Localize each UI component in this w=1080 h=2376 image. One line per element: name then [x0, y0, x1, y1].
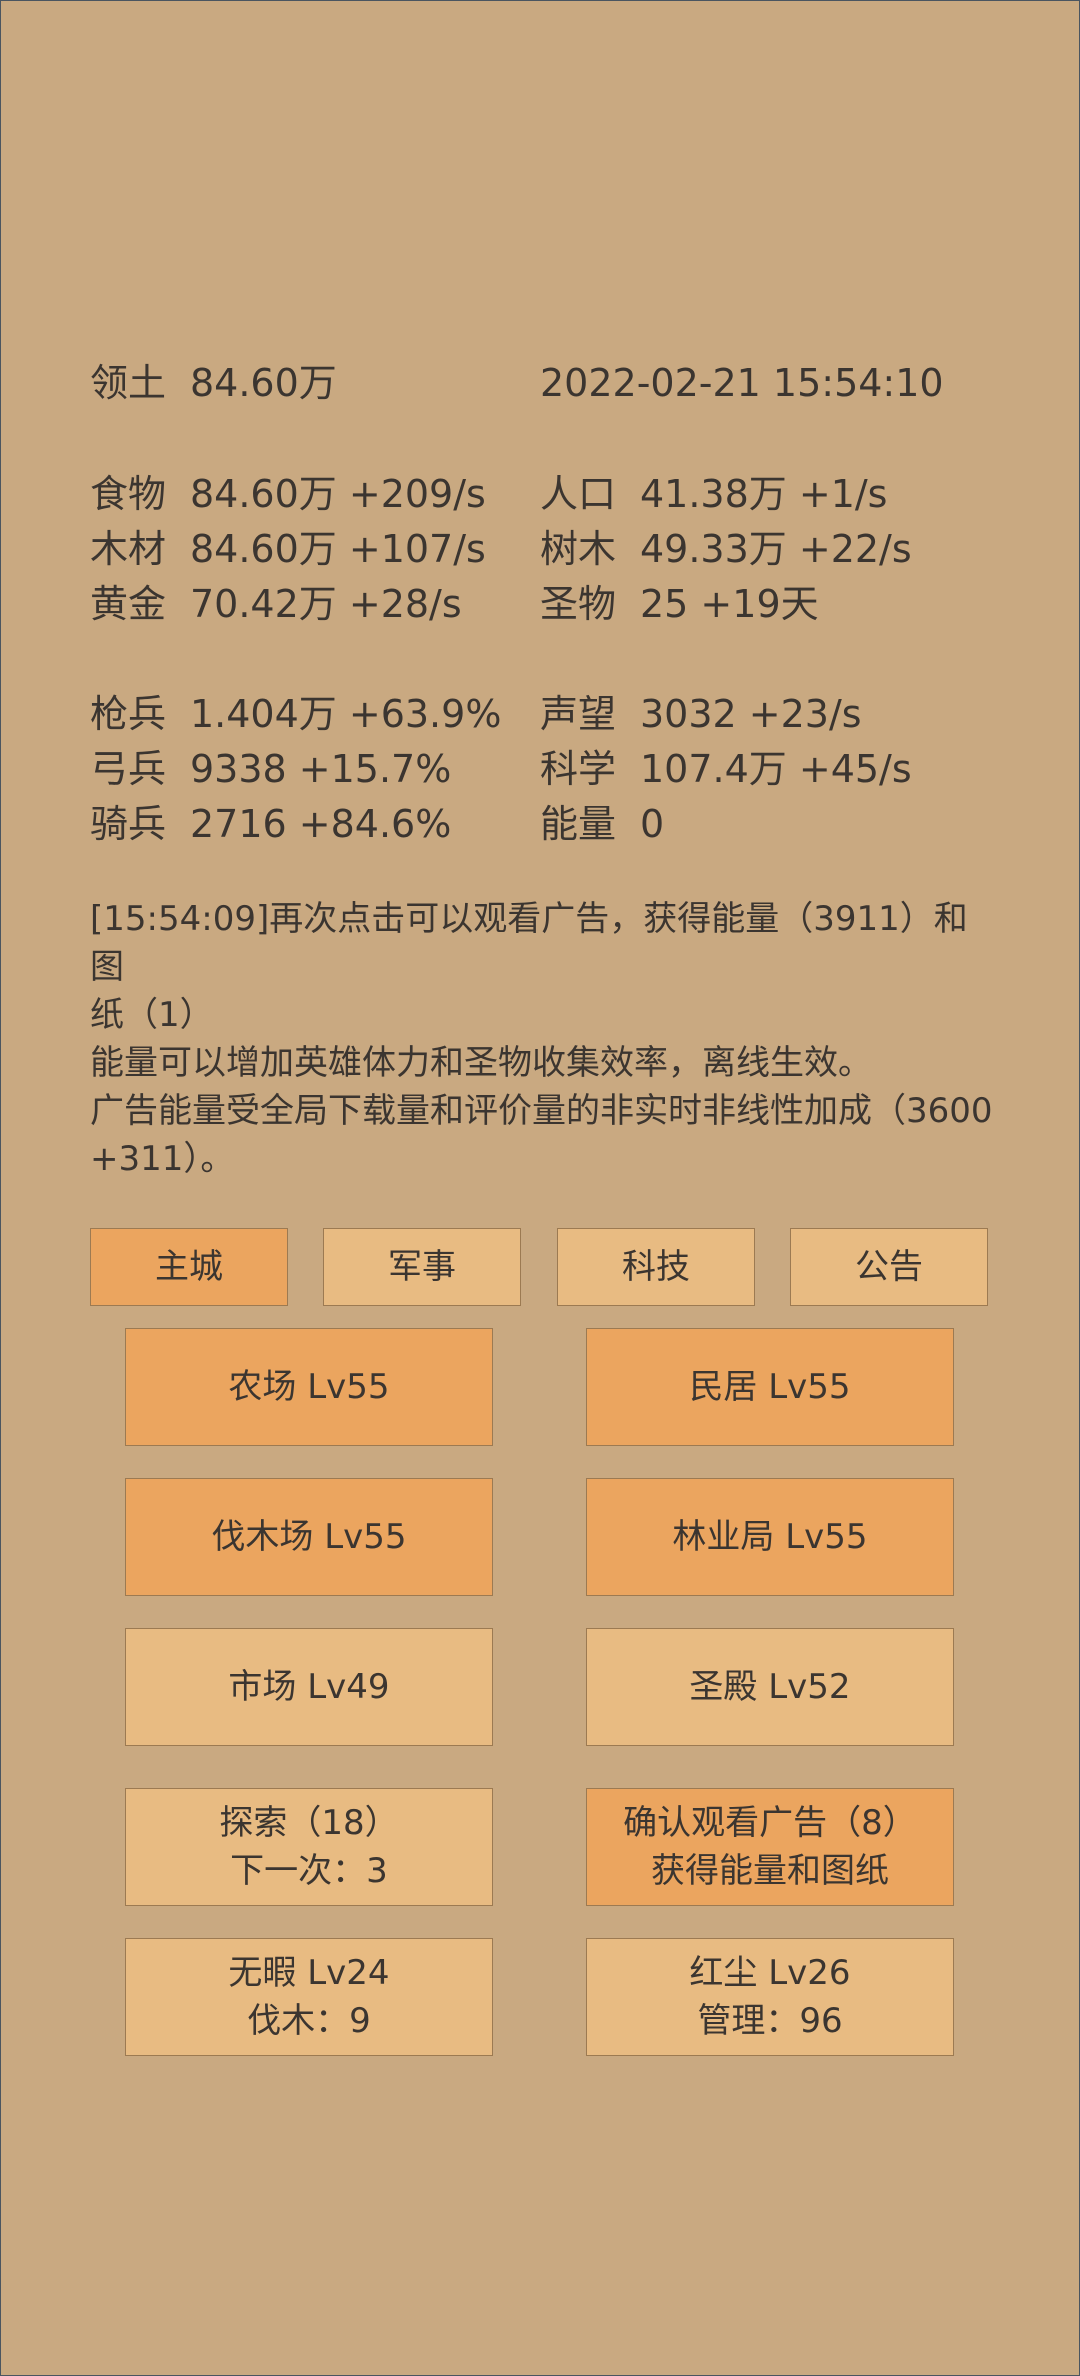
log-line: 能量可以增加英雄体力和圣物收集效率，离线生效。 [90, 1043, 872, 1083]
tab-label: 军事 [388, 1247, 456, 1287]
stat-value: 3032 +23/s [640, 692, 862, 736]
stat-value: 70.42万 +28/s [190, 582, 462, 626]
button-label: 确认观看广告（8） [623, 1803, 917, 1843]
stat-label: 能量 [540, 802, 617, 846]
stat-value: 25 +19天 [640, 582, 819, 626]
house-button[interactable]: 民居 Lv55 [586, 1328, 954, 1446]
stat-label: 声望 [540, 692, 617, 736]
gold-stat: 黄金 70.42万 +28/s [90, 585, 462, 623]
button-label: 林业局 Lv55 [672, 1517, 868, 1557]
tab-technology[interactable]: 科技 [557, 1228, 755, 1306]
stat-label: 枪兵 [90, 692, 167, 736]
button-label: 农场 Lv55 [228, 1367, 390, 1407]
button-sublabel: 伐木：9 [247, 2001, 371, 2041]
stat-value: 49.33万 +22/s [640, 527, 912, 571]
stat-label: 黄金 [90, 582, 167, 626]
button-label: 探索（18） [219, 1803, 399, 1843]
button-label: 无暇 Lv24 [228, 1953, 390, 1993]
tab-main-city[interactable]: 主城 [90, 1228, 288, 1306]
button-label: 红尘 Lv26 [689, 1953, 851, 1993]
message-log: [15:54:09]再次点击可以观看广告，获得能量（3911）和图 纸（1） 能… [90, 895, 1000, 1183]
datetime: 2022-02-21 15:54:10 [540, 361, 944, 405]
hero-hongchen-button[interactable]: 红尘 Lv26 管理：96 [586, 1938, 954, 2056]
button-sublabel: 管理：96 [697, 2001, 843, 2041]
tab-military[interactable]: 军事 [323, 1228, 521, 1306]
wood-stat: 木材 84.60万 +107/s [90, 530, 486, 568]
stat-value: 84.60万 +107/s [190, 527, 486, 571]
relic-stat: 圣物 25 +19天 [540, 585, 819, 623]
spearman-stat: 枪兵 1.404万 +63.9% [90, 695, 501, 733]
population-stat: 人口 41.38万 +1/s [540, 475, 887, 513]
log-line: +311）。 [90, 1139, 235, 1179]
tab-label: 科技 [622, 1247, 690, 1287]
forestry-bureau-button[interactable]: 林业局 Lv55 [586, 1478, 954, 1596]
explore-button[interactable]: 探索（18） 下一次：3 [125, 1788, 493, 1906]
stat-label: 人口 [540, 472, 617, 516]
button-label: 圣殿 Lv52 [689, 1667, 851, 1707]
prestige-stat: 声望 3032 +23/s [540, 695, 862, 733]
farm-button[interactable]: 农场 Lv55 [125, 1328, 493, 1446]
button-label: 民居 Lv55 [689, 1367, 851, 1407]
territory-label: 领土 [90, 361, 167, 405]
trees-stat: 树木 49.33万 +22/s [540, 530, 912, 568]
button-sublabel: 获得能量和图纸 [651, 1851, 889, 1891]
energy-stat: 能量 0 [540, 805, 664, 843]
button-label: 市场 Lv49 [228, 1667, 390, 1707]
tab-label: 公告 [855, 1247, 923, 1287]
watch-ad-button[interactable]: 确认观看广告（8） 获得能量和图纸 [586, 1788, 954, 1906]
territory-stat: 领土 84.60万 [90, 364, 337, 402]
stat-label: 骑兵 [90, 802, 167, 846]
lumber-mill-button[interactable]: 伐木场 Lv55 [125, 1478, 493, 1596]
stat-value: 107.4万 +45/s [640, 747, 912, 791]
archer-stat: 弓兵 9338 +15.7% [90, 750, 451, 788]
stat-value: 9338 +15.7% [190, 747, 452, 791]
market-button[interactable]: 市场 Lv49 [125, 1628, 493, 1746]
stat-label: 食物 [90, 472, 167, 516]
cavalry-stat: 骑兵 2716 +84.6% [90, 805, 451, 843]
stat-value: 2716 +84.6% [190, 802, 452, 846]
stat-label: 科学 [540, 747, 617, 791]
button-label: 伐木场 Lv55 [211, 1517, 407, 1557]
button-sublabel: 下一次：3 [230, 1851, 388, 1891]
territory-value: 84.60万 [190, 361, 337, 405]
stat-value: 1.404万 +63.9% [190, 692, 502, 736]
tab-label: 主城 [155, 1247, 223, 1287]
tab-announcement[interactable]: 公告 [790, 1228, 988, 1306]
stat-value: 41.38万 +1/s [640, 472, 888, 516]
log-line: [15:54:09]再次点击可以观看广告，获得能量（3911）和图 [90, 899, 968, 987]
stat-value: 0 [640, 802, 665, 846]
stat-value: 84.60万 +209/s [190, 472, 486, 516]
stat-label: 弓兵 [90, 747, 167, 791]
temple-button[interactable]: 圣殿 Lv52 [586, 1628, 954, 1746]
hero-wuxia-button[interactable]: 无暇 Lv24 伐木：9 [125, 1938, 493, 2056]
log-line: 广告能量受全局下载量和评价量的非实时非线性加成（3600 [90, 1091, 993, 1131]
stat-label: 圣物 [540, 582, 617, 626]
stat-label: 木材 [90, 527, 167, 571]
stat-label: 树木 [540, 527, 617, 571]
science-stat: 科学 107.4万 +45/s [540, 750, 912, 788]
food-stat: 食物 84.60万 +209/s [90, 475, 486, 513]
log-line: 纸（1） [90, 995, 214, 1035]
